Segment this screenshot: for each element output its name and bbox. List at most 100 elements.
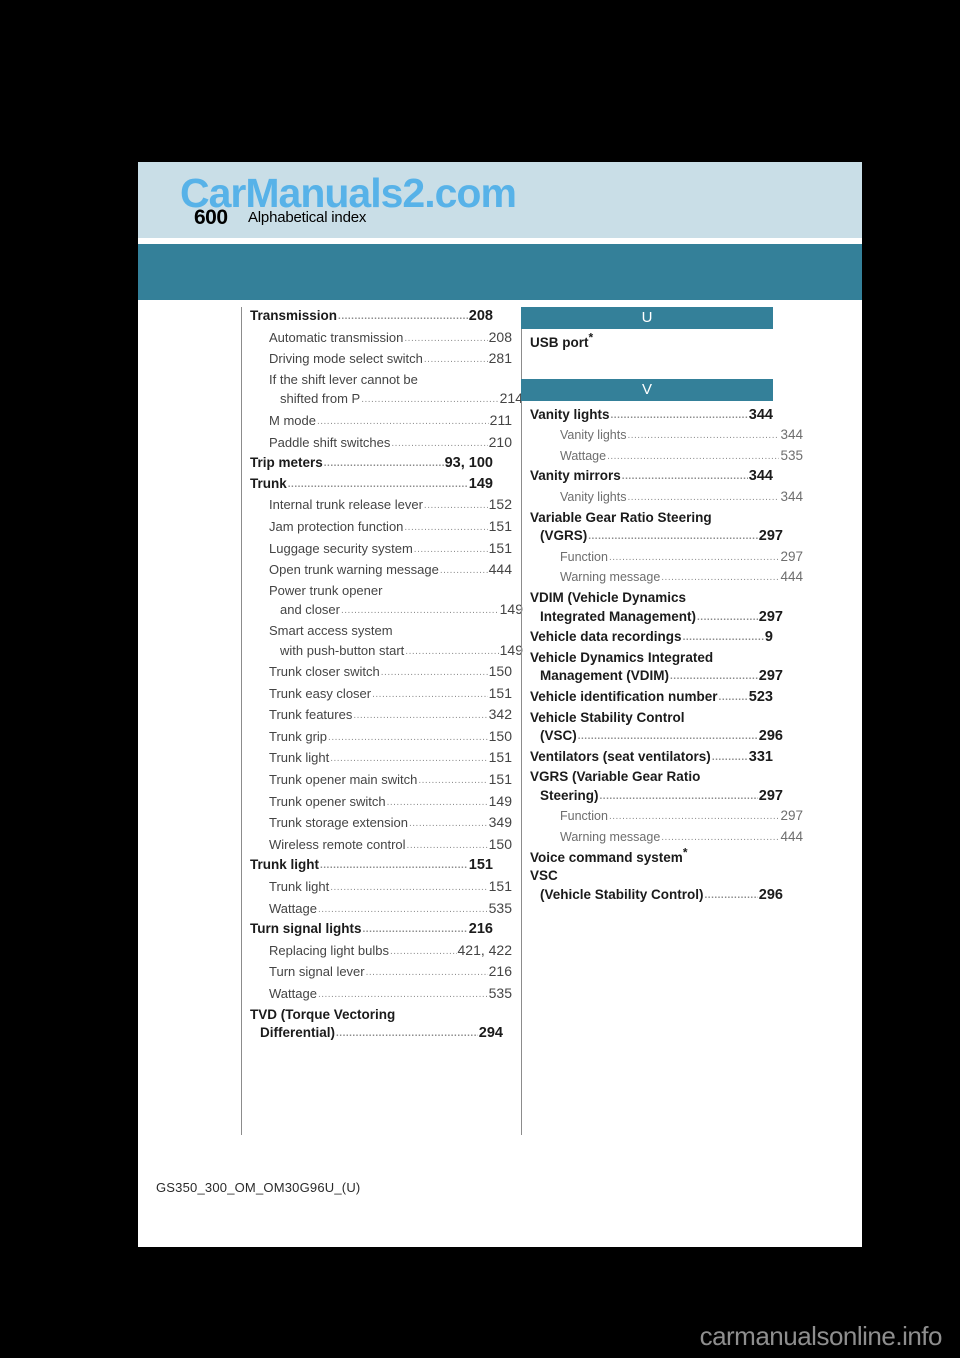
index-entry-label: Trunk closer switch xyxy=(269,664,380,680)
index-entry-label: Luggage security system xyxy=(269,540,413,556)
page-header-band: CarManuals2.com 600 Alphabetical index xyxy=(138,162,862,238)
index-entry[interactable]: Vehicle data recordings.................… xyxy=(530,628,773,649)
section-letter-bar-u: U xyxy=(521,307,773,329)
index-entry[interactable]: Turn signal lever.......................… xyxy=(250,962,512,984)
index-entry-leader-dots: ........................................… xyxy=(361,394,499,406)
index-entry[interactable]: Internal trunk release lever............… xyxy=(250,495,512,517)
index-entry-leader-dots: ........................................… xyxy=(704,889,758,901)
index-entry[interactable]: Trunk grip..............................… xyxy=(250,727,512,749)
index-entry-leader-dots: ........................................… xyxy=(413,543,488,555)
index-entry[interactable]: Wireless remote control.................… xyxy=(250,835,512,857)
index-entry[interactable]: Transmission............................… xyxy=(250,307,493,328)
index-entry-page-number: 9 xyxy=(764,629,773,646)
index-entry[interactable]: Ventilators (seat ventilators)..........… xyxy=(530,748,773,769)
index-entry[interactable]: Trunk light.............................… xyxy=(250,748,512,770)
index-entry[interactable]: Vehicle Dynamics Integrated.............… xyxy=(530,649,773,668)
index-entry-leader-dots: ........................................… xyxy=(330,882,488,894)
column-divider-left xyxy=(241,307,242,1135)
index-entry[interactable]: Trunk closer switch.....................… xyxy=(250,662,512,684)
document-page: CarManuals2.com 600 Alphabetical index T… xyxy=(138,162,862,1247)
footer-document-code: GS350_300_OM_OM30G96U_(U) xyxy=(156,1180,361,1195)
index-entry[interactable]: VSC.....................................… xyxy=(530,867,773,886)
index-entry[interactable]: Automatic transmission..................… xyxy=(250,328,512,350)
index-entry[interactable]: Trunk easy closer.......................… xyxy=(250,684,512,706)
index-entry[interactable]: Trunk...................................… xyxy=(250,475,493,496)
index-entry[interactable]: Vanity lights...........................… xyxy=(530,426,803,447)
index-entry[interactable]: Turn signal lights......................… xyxy=(250,920,493,941)
index-entry[interactable]: TVD (Torque Vectoring...................… xyxy=(250,1006,493,1025)
index-entry-page-number: 149 xyxy=(499,601,523,618)
index-entry[interactable]: (VGRS)..................................… xyxy=(530,527,783,548)
index-entry[interactable]: If the shift lever cannot be............… xyxy=(250,371,512,390)
index-entry[interactable]: Jam protection function.................… xyxy=(250,517,512,539)
index-entry-label: Vehicle identification number xyxy=(530,688,718,704)
index-entry[interactable]: Vehicle Stability Control...............… xyxy=(530,709,773,728)
index-entry[interactable]: Steering)...............................… xyxy=(530,787,783,808)
index-entry[interactable]: Warning message.........................… xyxy=(530,828,803,849)
index-entry[interactable]: shifted from P..........................… xyxy=(250,389,523,411)
index-entry-page-number: 151 xyxy=(488,771,512,788)
index-entry-leader-dots: ........................................… xyxy=(389,945,457,957)
index-entry[interactable]: Wattage.................................… xyxy=(250,899,512,921)
index-entry[interactable]: Replacing light bulbs...................… xyxy=(250,941,512,963)
index-entry[interactable]: Function................................… xyxy=(530,548,803,569)
index-entry-label: Internal trunk release lever xyxy=(269,497,423,513)
index-entry-label: Replacing light bulbs xyxy=(269,942,389,958)
index-entry-label: Wattage xyxy=(269,900,317,916)
index-entry[interactable]: USB port*...............................… xyxy=(530,332,773,353)
index-entry[interactable]: Trunk opener switch.....................… xyxy=(250,792,512,814)
index-entry[interactable]: Luggage security system.................… xyxy=(250,539,512,561)
page-number: 600 xyxy=(194,206,228,229)
index-entry[interactable]: Paddle shift switches...................… xyxy=(250,433,512,455)
index-entry[interactable]: (VSC)...................................… xyxy=(530,727,783,748)
index-entry[interactable]: Variable Gear Ratio Steering............… xyxy=(530,509,773,528)
index-entry[interactable]: Open trunk warning message..............… xyxy=(250,560,512,582)
index-entry[interactable]: Trunk features..........................… xyxy=(250,705,512,727)
index-entry-page-number: 296 xyxy=(758,886,783,903)
index-entry-label: (VSC) xyxy=(540,728,577,744)
index-entry[interactable]: Vehicle identification number...........… xyxy=(530,688,773,709)
index-entry-label: Turn signal lights xyxy=(250,921,362,937)
index-entry-label: Variable Gear Ratio Steering xyxy=(530,509,712,525)
page-header-text-row: 600 Alphabetical index xyxy=(138,206,862,236)
index-entry-page-number: 297 xyxy=(780,548,803,564)
index-entry-leader-dots: ........................................… xyxy=(340,605,499,617)
index-entry-page-number: 535 xyxy=(780,447,803,463)
index-entry[interactable]: Driving mode select switch..............… xyxy=(250,349,512,371)
index-entry[interactable]: Wattage.................................… xyxy=(530,447,803,468)
index-entry-label: Vanity lights xyxy=(560,428,627,443)
index-entry[interactable]: Function................................… xyxy=(530,807,803,828)
index-entry-page-number: 151 xyxy=(488,684,512,701)
index-entry[interactable]: Vanity lights...........................… xyxy=(530,406,773,427)
index-entry[interactable]: Trunk opener main switch................… xyxy=(250,770,512,792)
index-entry-leader-dots: ........................................… xyxy=(391,437,487,449)
index-entry[interactable]: Smart access system.....................… xyxy=(250,622,512,641)
index-entry-label: If the shift lever cannot be xyxy=(269,371,418,387)
index-entry-page-number: 210 xyxy=(488,433,512,450)
index-entry[interactable]: Vanity mirrors..........................… xyxy=(530,467,773,488)
index-entry-label: Jam protection function xyxy=(269,518,404,534)
index-entry-page-number: 281 xyxy=(488,350,512,367)
index-entry[interactable]: Voice command system*...................… xyxy=(530,846,773,868)
index-entry[interactable]: with push-button start..................… xyxy=(250,641,523,663)
index-entry[interactable]: Differential)...........................… xyxy=(250,1024,503,1045)
index-entry[interactable]: Warning message.........................… xyxy=(530,568,803,589)
index-entry-leader-dots: ........................................… xyxy=(621,471,748,483)
index-entry[interactable]: Trip meters.............................… xyxy=(250,454,493,475)
index-entry[interactable]: Management (VDIM).......................… xyxy=(530,667,783,688)
index-entry[interactable]: Trunk storage extension.................… xyxy=(250,813,512,835)
index-entry[interactable]: VGRS (Variable Gear Ratio...............… xyxy=(530,768,773,787)
index-entry[interactable]: Wattage.................................… xyxy=(250,984,512,1006)
index-entry[interactable]: VDIM (Vehicle Dynamics..................… xyxy=(530,589,773,608)
index-entry[interactable]: Trunk light.............................… xyxy=(250,856,493,877)
index-entry[interactable]: (Vehicle Stability Control).............… xyxy=(530,886,783,907)
index-entry[interactable]: Vanity lights...........................… xyxy=(530,488,803,509)
index-entry-page-number: 150 xyxy=(488,727,512,744)
column-divider-right xyxy=(521,307,522,1135)
index-entry[interactable]: Power trunk opener......................… xyxy=(250,582,512,601)
index-entry[interactable]: Integrated Management)..................… xyxy=(530,608,783,629)
index-entry[interactable]: M mode..................................… xyxy=(250,411,512,433)
index-entry-label: Trunk easy closer xyxy=(269,685,372,701)
index-entry[interactable]: Trunk light.............................… xyxy=(250,877,512,899)
index-entry[interactable]: and closer..............................… xyxy=(250,600,523,622)
